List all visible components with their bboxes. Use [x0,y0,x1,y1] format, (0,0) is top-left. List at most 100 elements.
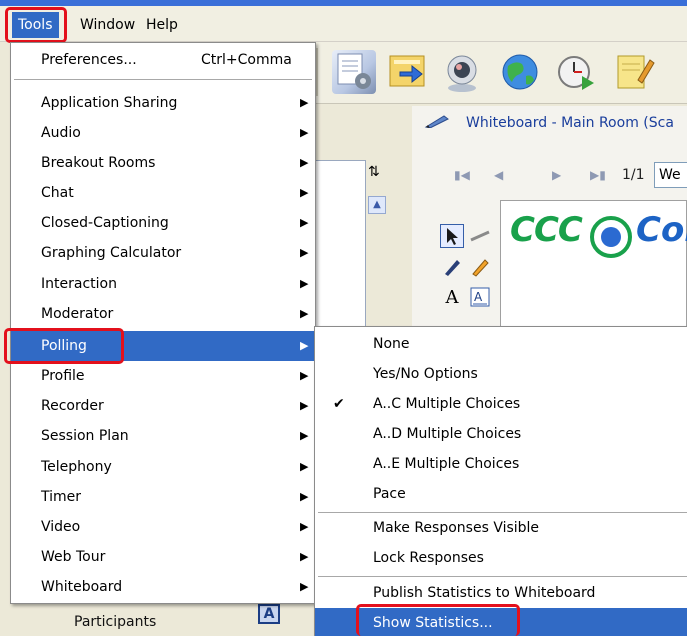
poll-option-a-c[interactable]: ✔ A..C Multiple Choices [315,389,687,419]
submenu-arrow-icon: ▶ [300,96,309,109]
menu-item-label: Yes/No Options [373,366,478,382]
menu-item-profile[interactable]: Profile ▶ [11,361,315,391]
menu-item-moderator[interactable]: Moderator ▶ [11,299,315,329]
menu-item-label: Whiteboard [41,579,123,595]
menu-item-label: Application Sharing [41,95,178,111]
poll-option-pace[interactable]: Pace [315,479,687,509]
menu-item-label: Audio [41,125,81,141]
participants-label: Participants [74,614,157,630]
submenu-arrow-icon: ▶ [300,580,309,593]
menu-item-label: Preferences... [41,52,137,68]
submenu-arrow-icon: ▶ [300,216,309,229]
submenu-arrow-icon: ▶ [300,186,309,199]
text-format-icon[interactable]: A [258,604,280,624]
submenu-arrow-icon: ▶ [300,156,309,169]
submenu-arrow-icon: ▶ [300,307,309,320]
menu-item-label: A..D Multiple Choices [373,426,522,442]
menu-separator [318,576,687,577]
menu-item-telephony[interactable]: Telephony ▶ [11,452,315,482]
menu-item-label: Chat [41,185,74,201]
menu-item-label: None [373,336,410,352]
page-select[interactable]: We [654,162,687,188]
logo-ccc-text: CCC [510,210,583,250]
submenu-arrow-icon: ▶ [300,490,309,503]
menu-item-preferences[interactable]: Preferences... Ctrl+Comma [11,45,315,75]
menu-item-label: Web Tour [41,549,106,565]
menu-item-whiteboard[interactable]: Whiteboard ▶ [11,572,315,602]
import-arrow-icon[interactable] [386,50,430,94]
highlighter-tool-icon[interactable] [468,256,492,280]
menu-item-label: Lock Responses [373,550,484,566]
text-box-tool-icon[interactable]: A [468,286,492,310]
toolbar-separator [316,48,318,96]
next-page-button[interactable]: ▶ [552,168,561,182]
menu-item-label: Video [41,519,81,535]
timer-play-icon[interactable] [554,50,598,94]
menu-item-label: A..E Multiple Choices [373,456,520,472]
whiteboard-title: Whiteboard - Main Room (Sca [466,115,674,131]
first-page-button[interactable]: ▮◀ [454,168,470,182]
menu-item-label: Interaction [41,276,117,292]
menu-item-shortcut: Ctrl+Comma [201,52,292,68]
submenu-arrow-icon: ▶ [300,429,309,442]
svg-text:A: A [474,290,483,304]
select-arrow-icon[interactable] [440,224,464,248]
menu-item-interaction[interactable]: Interaction ▶ [11,269,315,299]
submenu-arrow-icon: ▶ [300,126,309,139]
menu-item-video[interactable]: Video ▶ [11,512,315,542]
notepad-icon[interactable] [612,50,656,94]
menu-item-label: Moderator [41,306,114,322]
menu-item-label: Closed-Captioning [41,215,169,231]
last-page-button[interactable]: ▶▮ [590,168,606,182]
menu-item-closed-captioning[interactable]: Closed-Captioning ▶ [11,208,315,238]
polling-submenu: None Yes/No Options ✔ A..C Multiple Choi… [314,326,687,636]
submenu-arrow-icon: ▶ [300,277,309,290]
pen-tool-icon[interactable] [440,256,464,280]
checkmark-icon: ✔ [333,396,345,412]
menu-item-label: A..C Multiple Choices [373,396,521,412]
menu-item-label: Session Plan [41,428,129,444]
submenu-arrow-icon: ▶ [300,520,309,533]
poll-option-none[interactable]: None [315,329,687,359]
poll-option-a-d[interactable]: A..D Multiple Choices [315,419,687,449]
menu-item-audio[interactable]: Audio ▶ [11,118,315,148]
submenu-arrow-icon: ▶ [300,460,309,473]
menu-item-chat[interactable]: Chat ▶ [11,178,315,208]
poll-option-a-e[interactable]: A..E Multiple Choices [315,449,687,479]
menu-item-label: Timer [41,489,82,505]
previous-page-button[interactable]: ◀ [494,168,503,182]
menu-window[interactable]: Window [74,12,141,38]
pencil-icon [424,115,449,128]
sort-icon[interactable]: ⇅ [368,164,380,180]
webcam-icon[interactable] [440,50,484,94]
lock-responses[interactable]: Lock Responses [315,543,687,573]
menubar: Tools Window Help [0,6,687,42]
menu-item-application-sharing[interactable]: Application Sharing ▶ [11,88,315,118]
make-responses-visible[interactable]: Make Responses Visible [315,513,687,543]
menu-item-label: Telephony [41,459,112,475]
submenu-arrow-icon: ▶ [300,399,309,412]
poll-option-yes-no[interactable]: Yes/No Options [315,359,687,389]
submenu-arrow-icon: ▶ [300,246,309,259]
menu-item-web-tour[interactable]: Web Tour ▶ [11,542,315,572]
settings-page-icon[interactable] [332,50,376,94]
scroll-up-button[interactable]: ▲ [368,196,386,214]
menu-item-graphing-calculator[interactable]: Graphing Calculator ▶ [11,238,315,268]
menu-item-session-plan[interactable]: Session Plan ▶ [11,421,315,451]
submenu-arrow-icon: ▶ [300,550,309,563]
menu-item-breakout-rooms[interactable]: Breakout Rooms ▶ [11,148,315,178]
line-tool-icon[interactable] [468,224,492,248]
tools-callout-box [5,7,67,43]
menu-item-recorder[interactable]: Recorder ▶ [11,391,315,421]
menu-item-timer[interactable]: Timer ▶ [11,482,315,512]
globe-icon[interactable] [498,50,542,94]
menu-item-label: Profile [41,368,85,384]
submenu-arrow-icon: ▶ [300,339,309,352]
text-tool-icon[interactable]: A [440,286,464,310]
logo-con-text: Con [636,210,687,250]
main-toolbar [312,42,687,104]
menu-help[interactable]: Help [140,12,184,38]
menu-item-label: Recorder [41,398,104,414]
polling-callout-box [4,328,124,364]
menu-separator [14,79,312,80]
